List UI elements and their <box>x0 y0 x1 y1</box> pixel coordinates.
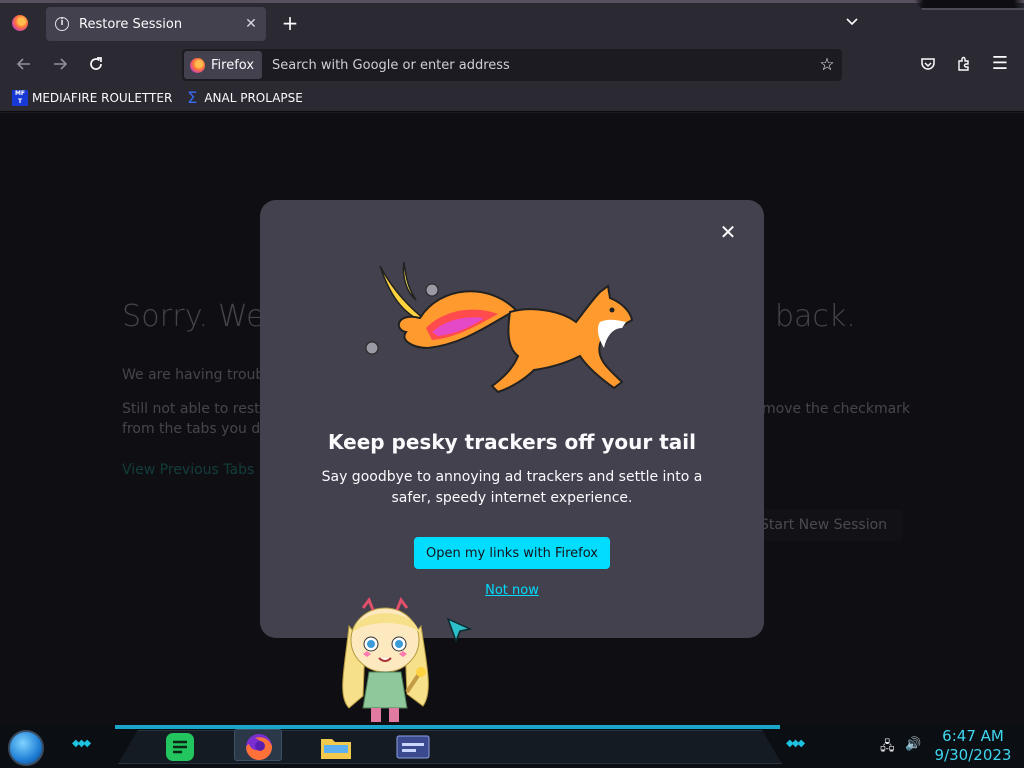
bookmark-anal-prolapse[interactable]: Σ ANAL PROLAPSE <box>184 87 303 107</box>
back-button[interactable] <box>10 50 38 78</box>
clock-time: 6:47 AM <box>942 727 1004 745</box>
bookmark-label: ANAL PROLAPSE <box>204 90 303 105</box>
dialog-description: Say goodbye to annoying ad trackers and … <box>321 469 703 506</box>
identity-label: Firefox <box>211 57 255 73</box>
taskbar-clock[interactable]: 6:47 AM 9/30/2023 <box>930 727 1016 765</box>
open-links-with-firefox-button[interactable]: Open my links with Firefox <box>414 537 610 569</box>
volume-icon[interactable]: 🔊 <box>905 737 921 752</box>
forward-button[interactable] <box>46 50 74 78</box>
firefox-icon <box>190 57 205 73</box>
tracker-protection-dialog: ✕ Keep pesky trackers off your tail Say … <box>260 200 764 638</box>
identity-box[interactable]: Firefox <box>184 51 263 79</box>
desktop-mascot <box>342 596 429 722</box>
taskbar-firefox-icon[interactable] <box>234 729 282 761</box>
clock-date: 9/30/2023 <box>934 746 1012 764</box>
taskbar-accent-bar <box>115 725 780 729</box>
taskbar: ◆◆◆ ◆◆◆ <box>0 725 1024 768</box>
mediafire-favicon-icon: MF T <box>12 89 28 106</box>
extensions-icon[interactable] <box>953 53 975 75</box>
info-icon: i <box>55 17 69 31</box>
dialog-title: Keep pesky trackers off your tail <box>328 430 696 454</box>
window-frame-decoration <box>914 0 1024 10</box>
new-tab-button[interactable]: + <box>278 12 302 36</box>
tab-strip: i Restore Session ✕ + <box>0 0 1024 44</box>
menu-icon[interactable]: ☰ <box>989 53 1011 75</box>
navigation-toolbar: Firefox ☆ ☰ <box>0 44 1024 84</box>
tab-title: Restore Session <box>79 16 183 32</box>
close-tab-icon[interactable]: ✕ <box>239 16 263 32</box>
start-orb-icon[interactable] <box>8 730 44 766</box>
address-input[interactable] <box>270 51 812 79</box>
fox-illustration <box>365 261 634 394</box>
network-icon[interactable]: 🖧 <box>880 737 895 759</box>
decorative-chevrons-icon: ◆◆◆ <box>786 738 805 749</box>
taskbar-notes-app-icon[interactable] <box>162 731 198 763</box>
bookmark-mediafire-rouletter[interactable]: MF T MEDIAFIRE ROULETTER <box>12 89 173 106</box>
bookmarks-toolbar: MF T MEDIAFIRE ROULETTER Σ ANAL PROLAPSE <box>0 84 1024 112</box>
mouse-cursor-icon <box>446 617 472 643</box>
chevron-down-icon[interactable] <box>842 14 862 34</box>
taskbar-app-window-icon[interactable] <box>393 731 430 763</box>
bookmark-label: MEDIAFIRE ROULETTER <box>32 90 173 105</box>
close-icon[interactable]: ✕ <box>716 220 740 244</box>
decorative-chevrons-icon: ◆◆◆ <box>72 738 91 749</box>
reload-button[interactable] <box>82 50 110 78</box>
sigma-favicon-icon: Σ <box>187 87 198 107</box>
pocket-icon[interactable] <box>917 53 939 75</box>
firefox-icon[interactable] <box>12 15 28 31</box>
url-bar[interactable]: Firefox ☆ <box>182 49 842 81</box>
taskbar-frame <box>118 730 782 764</box>
taskbar-file-explorer-icon[interactable] <box>318 731 354 763</box>
star-icon[interactable]: ☆ <box>812 55 842 75</box>
tab-restore-session[interactable]: i Restore Session ✕ <box>46 7 266 41</box>
